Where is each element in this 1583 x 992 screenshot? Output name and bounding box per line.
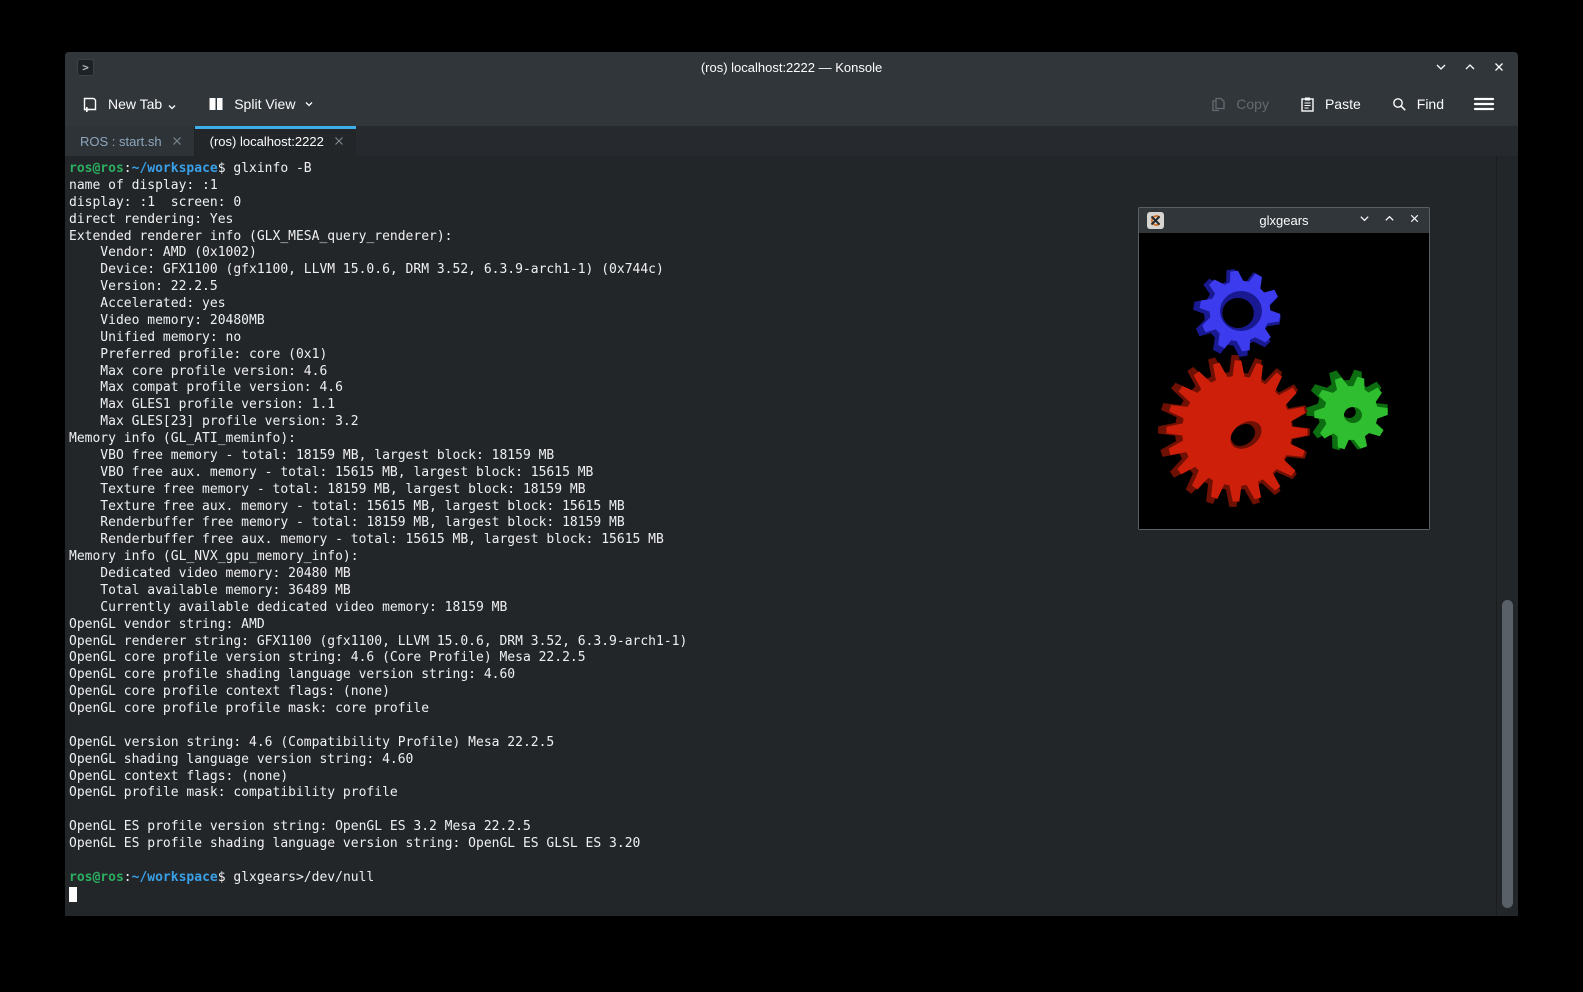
blue-gear-face (1200, 271, 1281, 352)
paste-label: Paste (1325, 96, 1361, 112)
terminal-line: OpenGL version string: 4.6 (Compatibilit… (69, 735, 1496, 752)
new-tab-icon (81, 95, 99, 113)
find-button[interactable]: Find (1391, 96, 1444, 113)
close-icon (1408, 212, 1421, 225)
terminal-line: ros@ros:~/workspace$ glxgears>/dev/null (69, 870, 1496, 887)
menu-button[interactable] (1474, 96, 1494, 112)
window-title: (ros) localhost:2222 — Konsole (65, 60, 1518, 75)
split-view-label: Split View (234, 96, 295, 112)
chevron-down-icon (167, 102, 177, 112)
terminal-line: OpenGL ES profile version string: OpenGL… (69, 819, 1496, 836)
tab-bar: ROS : start.sh (ros) localhost:2222 (65, 126, 1518, 156)
split-view-button[interactable]: Split View (207, 95, 314, 113)
copy-label: Copy (1236, 96, 1269, 112)
terminal-cursor (69, 887, 77, 902)
glxgears-window: glxgears (1138, 207, 1430, 530)
copy-icon (1210, 96, 1227, 113)
terminal-line: OpenGL core profile shading language ver… (69, 667, 1496, 684)
glxgears-canvas-svg (1139, 233, 1429, 529)
close-button[interactable] (1492, 60, 1506, 74)
terminal-line: OpenGL vendor string: AMD (69, 617, 1496, 634)
split-view-icon (207, 95, 225, 113)
terminal-line: OpenGL core profile version string: 4.6 … (69, 650, 1496, 667)
terminal-cursor-line (69, 887, 1496, 904)
terminal-line: Renderbuffer free aux. memory - total: 1… (69, 532, 1496, 549)
titlebar[interactable]: > (ros) localhost:2222 — Konsole (65, 52, 1518, 82)
paste-button[interactable]: Paste (1299, 96, 1361, 113)
terminal-line: Memory info (GL_NVX_gpu_memory_info): (69, 549, 1496, 566)
terminal-line (69, 802, 1496, 819)
terminal-line: OpenGL context flags: (none) (69, 769, 1496, 786)
terminal-line: ros@ros:~/workspace$ glxinfo -B (69, 161, 1496, 178)
tab-label: (ros) localhost:2222 (210, 134, 324, 149)
search-icon (1391, 96, 1408, 113)
xorg-icon (1147, 212, 1164, 229)
terminal-line: Currently available dedicated video memo… (69, 600, 1496, 617)
tab-close-icon[interactable] (171, 135, 183, 147)
glxgears-titlebar[interactable]: glxgears (1139, 208, 1429, 233)
terminal-line: OpenGL core profile context flags: (none… (69, 684, 1496, 701)
chevron-down-icon (304, 99, 314, 109)
maximize-button[interactable] (1383, 212, 1396, 230)
terminal-line (69, 853, 1496, 870)
terminal-line: name of display: :1 (69, 178, 1496, 195)
new-tab-button[interactable]: New Tab (81, 95, 177, 113)
close-button[interactable] (1408, 212, 1421, 230)
scrollbar-handle[interactable] (1502, 600, 1513, 908)
terminal-line (69, 718, 1496, 735)
tab-ros-start-sh[interactable]: ROS : start.sh (65, 126, 195, 156)
chevron-down-icon (1434, 60, 1448, 74)
terminal-line: Total available memory: 36489 MB (69, 583, 1496, 600)
tab-label: ROS : start.sh (80, 134, 162, 149)
tab-close-icon[interactable] (333, 135, 345, 147)
terminal-line: OpenGL shading language version string: … (69, 752, 1496, 769)
new-tab-label: New Tab (108, 96, 162, 112)
terminal-line: OpenGL ES profile shading language versi… (69, 836, 1496, 853)
terminal-line: OpenGL renderer string: GFX1100 (gfx1100… (69, 634, 1496, 651)
copy-button: Copy (1210, 96, 1269, 113)
close-icon (1492, 60, 1506, 74)
terminal-line: OpenGL core profile profile mask: core p… (69, 701, 1496, 718)
minimize-button[interactable] (1358, 212, 1371, 230)
red-gear-face (1166, 360, 1307, 501)
tab-ros-localhost-2222[interactable]: (ros) localhost:2222 (195, 126, 356, 156)
chevron-down-icon (1358, 212, 1371, 225)
chevron-up-icon (1383, 212, 1396, 225)
find-label: Find (1417, 96, 1444, 112)
toolbar: New Tab Split View Copy Paste Find (65, 82, 1518, 126)
minimize-button[interactable] (1434, 60, 1448, 74)
glxgears-canvas (1139, 233, 1429, 529)
terminal-line: OpenGL profile mask: compatibility profi… (69, 785, 1496, 802)
paste-icon (1299, 96, 1316, 113)
maximize-button[interactable] (1463, 60, 1477, 74)
scrollbar-track[interactable] (1496, 156, 1518, 916)
chevron-up-icon (1463, 60, 1477, 74)
hamburger-icon (1474, 96, 1494, 112)
terminal-line: Dedicated video memory: 20480 MB (69, 566, 1496, 583)
